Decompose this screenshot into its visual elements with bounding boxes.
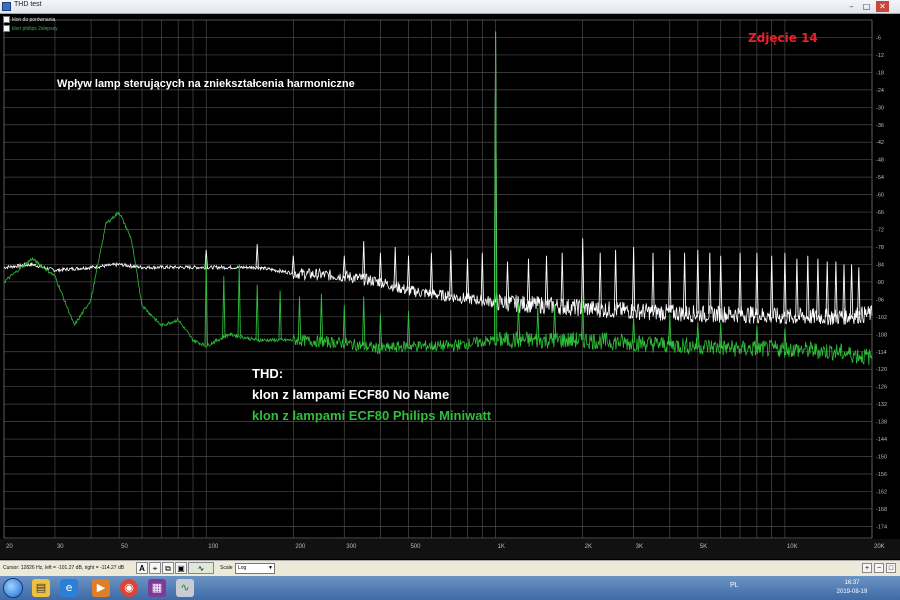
checkbox-icon[interactable] [3,25,10,33]
scale-select[interactable]: Log ▼ [235,563,275,574]
y-tick-label: -36 [876,123,884,129]
waveform-icon[interactable]: ∿ [188,562,214,574]
folder-icon[interactable]: ▤ [32,579,50,597]
series-green-label: klon z lampami ECF80 Philips Miniwatt [252,408,492,423]
minimize-button[interactable]: – [845,1,858,12]
x-tick-label: 3K [636,544,643,550]
y-tick-label: -72 [876,228,884,234]
y-tick-label: -120 [876,367,887,373]
annotation-tool-icon[interactable]: A [136,562,148,574]
y-tick-label: -162 [876,489,887,495]
x-tick-label: 20 [6,544,13,550]
legend-label-green: klon philips 2xlepszy [12,26,58,32]
cursor-tool-icon[interactable]: ⌖ [149,562,161,574]
system-tray[interactable]: PL [730,582,739,589]
zoom-out-icon[interactable]: − [874,563,884,573]
maximize-button[interactable]: □ [860,1,873,12]
checkbox-icon[interactable] [3,16,10,24]
chrome-icon[interactable]: ◉ [120,579,138,597]
y-tick-label: -126 [876,385,887,391]
y-tick-label: -54 [876,175,884,181]
x-tick-label: 200 [295,544,306,550]
x-tick-label: 1K [498,544,505,550]
x-tick-label: 20K [874,544,885,550]
y-tick-label: -168 [876,507,887,513]
y-tick-label: -108 [876,332,887,338]
x-tick-label: 50 [121,544,128,550]
x-axis-band [0,539,900,559]
y-tick-label: -156 [876,472,887,478]
clock-date: 2019-08-19 [836,589,868,595]
app-icon [2,2,11,11]
legend-label-white: klon do porównania [12,17,56,23]
copy-icon[interactable]: ⧉ [162,562,174,574]
y-tick-label: -6 [876,35,881,41]
y-tick-label: -30 [876,105,884,111]
scale-label: Scale [220,565,233,571]
y-tick-label: -138 [876,420,887,426]
photo-label: Zdjęcie 14 [748,31,818,45]
save-icon[interactable]: ▣ [175,562,187,574]
window-title: THD test [14,1,42,8]
y-tick-label: -90 [876,280,884,286]
x-tick-label: 30 [57,544,64,550]
y-tick-label: -84 [876,262,884,268]
app-icon[interactable]: ▦ [148,579,166,597]
y-tick-label: -102 [876,315,887,321]
legend-item-white[interactable]: klon do porównania [3,16,93,25]
x-axis-ticks: 20 30 50 100 200 300 500 1K 2K 3K 5K 10K 20K [0,539,900,559]
player-icon[interactable]: ▶ [92,579,110,597]
waveform-app-icon[interactable]: ∿ [176,579,194,597]
clock[interactable]: 16:37 2019-08-19 [822,579,882,597]
y-tick-label: -144 [876,437,887,443]
cursor-readout: Cursor: 12826 Hz, left = -101.27 dB, rig… [3,565,125,571]
thd-heading: THD: [252,366,284,381]
y-tick-label: -150 [876,455,887,461]
y-tick-label: -174 [876,524,887,530]
y-tick-label: -60 [876,193,884,199]
clock-time: 16:37 [844,580,860,586]
scale-value: Log [238,565,247,571]
x-tick-label: 500 [410,544,421,550]
chart-subtitle: Wpływ lamp sterujących na zniekształceni… [57,78,355,90]
chevron-down-icon: ▼ [268,565,273,571]
y-tick-label: -96 [876,297,884,303]
zoom-in-icon[interactable]: + [862,563,872,573]
x-tick-label: 10K [787,544,798,550]
thd-spectrum-chart[interactable]: 20 30 50 100 200 300 500 1K 2K 3K 5K 10K 20K -6 -12 -1… [0,14,900,560]
x-tick-label: 5K [700,544,707,550]
y-tick-label: -12 [876,53,884,59]
x-tick-label: 100 [208,544,219,550]
y-tick-label: -48 [876,158,884,164]
window-titlebar: THD test – □ ✕ [0,0,900,14]
y-tick-label: -42 [876,140,884,146]
legend-item-green[interactable]: klon philips 2xlepszy [3,25,93,34]
y-tick-label: -24 [876,88,884,94]
status-toolbar: Cursor: 12826 Hz, left = -101.27 dB, rig… [0,560,900,576]
zoom-fit-icon[interactable]: □ [886,563,896,573]
taskbar: ▤ e ▶ ◉ ▦ ∿ PL 16:37 2019-08-19 [0,576,900,600]
series-white-label: klon z lampami ECF80 No Name [252,387,450,402]
y-tick-label: -18 [876,70,884,76]
browser-icon[interactable]: e [60,579,78,597]
y-tick-label: -66 [876,210,884,216]
start-button[interactable] [3,578,23,598]
x-tick-label: 300 [346,544,357,550]
close-button[interactable]: ✕ [876,1,889,12]
y-tick-label: -132 [876,402,887,408]
x-tick-label: 2K [585,544,592,550]
y-tick-label: -78 [876,245,884,251]
y-tick-label: -114 [876,350,887,356]
